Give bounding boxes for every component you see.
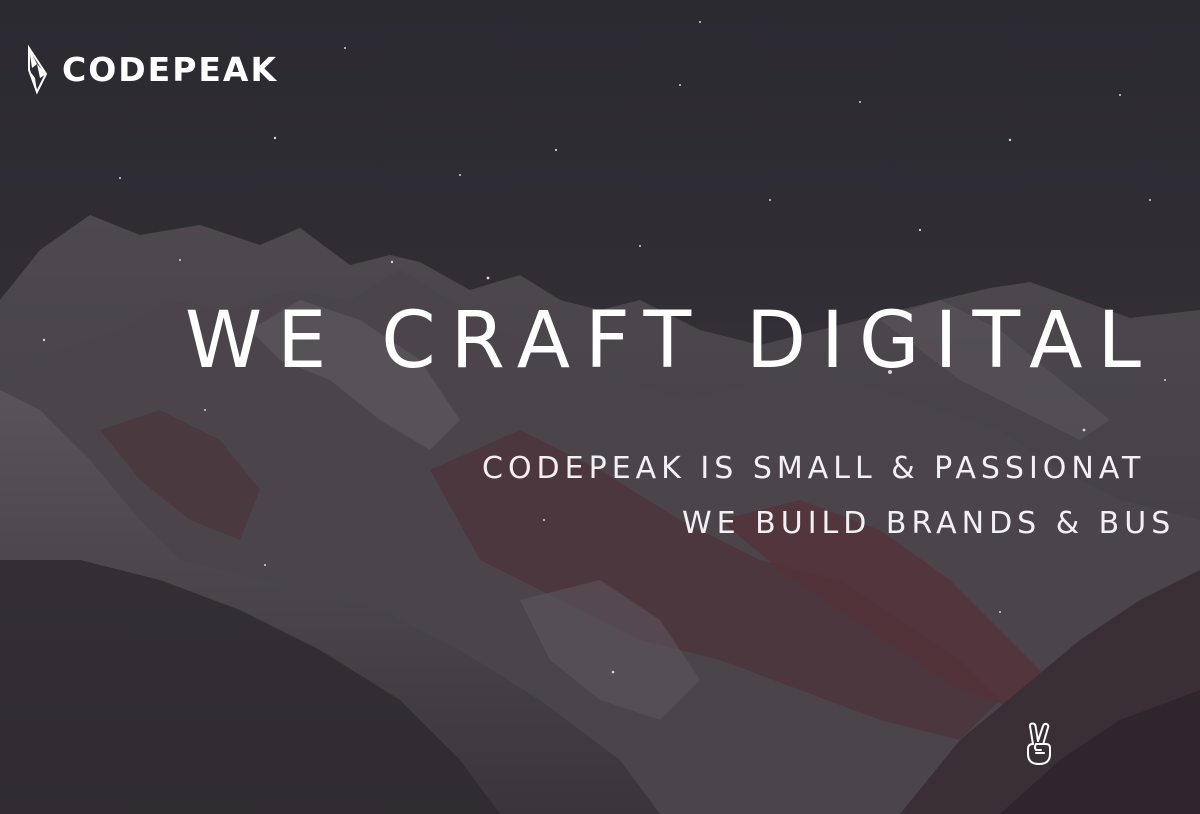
peace-hand-icon[interactable] <box>1024 722 1056 766</box>
hero-headline: WE CRAFT DIGITAL <box>185 296 1156 386</box>
brand-logo[interactable]: CODEPEAK <box>26 44 278 96</box>
mountain-background <box>0 21 1200 814</box>
hero-subtitle-line-1: CODEPEAK IS SMALL & PASSIONAT <box>482 451 1146 486</box>
hero-section: CODEPEAK WE CRAFT DIGITAL CODEPEAK IS SM… <box>0 0 1200 814</box>
hero-subtitle-line-2: WE BUILD BRANDS & BUS <box>682 506 1176 541</box>
mountain-peak-icon <box>28 44 48 95</box>
brand-name: CODEPEAK <box>62 50 279 89</box>
